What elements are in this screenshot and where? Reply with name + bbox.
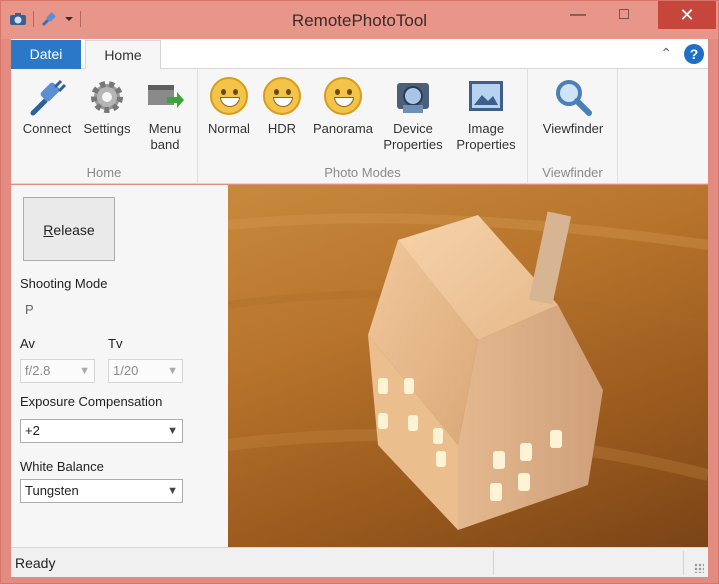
menu-band-label: Menu band — [148, 121, 182, 152]
shooting-mode-value: P — [25, 302, 34, 317]
ribbon-group-home: Connect Settings Menu band Home — [11, 69, 198, 184]
menu-band-icon — [145, 77, 185, 117]
chevron-down-icon: ▼ — [167, 485, 178, 497]
status-text: Ready — [15, 555, 56, 571]
smiley-icon — [210, 77, 248, 115]
close-button[interactable]: ✕ — [658, 1, 716, 29]
av-label: Av — [20, 336, 35, 351]
settings-button[interactable]: Settings — [77, 77, 137, 137]
gear-icon — [87, 77, 127, 117]
resize-grip[interactable] — [694, 563, 704, 573]
ribbon-tab-row: Datei Home ⌃ ? — [11, 39, 708, 70]
panorama-label: Panorama — [313, 121, 373, 136]
ribbon-body: Connect Settings Menu band Home Normal H… — [11, 69, 708, 184]
app-window: RemotePhotoTool — □ ✕ Datei Home ⌃ ? Con… — [0, 0, 719, 584]
av-select[interactable]: f/2.8 ▼ — [20, 359, 95, 383]
group-label-viewfinder: Viewfinder — [542, 165, 603, 180]
normal-mode-button[interactable]: Normal — [202, 77, 256, 137]
viewfinder-button[interactable]: Viewfinder — [534, 77, 612, 137]
white-balance-value: Tungsten — [25, 483, 79, 498]
status-separator — [493, 551, 494, 575]
live-view-photo — [228, 211, 708, 530]
viewfinder-label: Viewfinder — [542, 121, 604, 136]
device-properties-button[interactable]: Device Properties — [378, 77, 448, 153]
status-separator — [683, 551, 684, 575]
tv-select[interactable]: 1/20 ▼ — [108, 359, 183, 383]
hdr-mode-button[interactable]: HDR — [258, 77, 306, 137]
connect-button[interactable]: Connect — [17, 77, 77, 137]
image-properties-label: Image Properties — [456, 121, 516, 152]
status-bar: Ready — [11, 547, 708, 577]
exposure-compensation-select[interactable]: +2 ▼ — [20, 419, 183, 443]
tv-label: Tv — [108, 336, 123, 351]
white-balance-label: White Balance — [20, 459, 104, 474]
plug-icon — [27, 77, 67, 117]
exposure-compensation-label: Exposure Compensation — [20, 394, 163, 409]
device-properties-icon — [393, 77, 433, 117]
normal-label: Normal — [208, 121, 250, 136]
tab-home[interactable]: Home — [85, 40, 161, 70]
ribbon-group-photo-modes: Normal HDR Panorama Device Properties Im… — [198, 69, 528, 184]
smiley-icon — [263, 77, 301, 115]
collapse-ribbon-icon[interactable]: ⌃ — [660, 45, 672, 62]
tab-datei[interactable]: Datei — [11, 40, 81, 69]
group-label-photo-modes: Photo Modes — [324, 165, 401, 180]
chevron-down-icon: ▼ — [79, 365, 90, 377]
release-button[interactable]: Release — [23, 197, 115, 261]
minimize-button[interactable]: — — [556, 1, 600, 29]
av-select-value: f/2.8 — [25, 363, 51, 378]
camera-control-panel: Release Shooting Mode P Av Tv f/2.8 ▼ 1/… — [11, 185, 228, 547]
smiley-icon — [324, 77, 362, 115]
maximize-button[interactable]: □ — [602, 1, 646, 29]
connect-label: Connect — [22, 121, 72, 136]
release-label: Release — [43, 222, 95, 238]
image-properties-button[interactable]: Image Properties — [450, 77, 522, 153]
settings-label: Settings — [83, 121, 131, 136]
panorama-mode-button[interactable]: Panorama — [308, 77, 378, 137]
group-label-home: Home — [86, 165, 122, 180]
help-icon[interactable]: ? — [684, 44, 704, 64]
white-balance-select[interactable]: Tungsten ▼ — [20, 479, 183, 503]
live-view-image — [228, 185, 708, 547]
tv-select-value: 1/20 — [113, 363, 139, 378]
magnifier-icon — [553, 77, 593, 117]
image-properties-icon — [466, 77, 506, 117]
ribbon-group-viewfinder: Viewfinder Viewfinder — [528, 69, 618, 184]
hdr-label: HDR — [267, 121, 297, 136]
chevron-down-icon: ▼ — [167, 365, 178, 377]
exposure-compensation-value: +2 — [25, 423, 40, 438]
title-bar: RemotePhotoTool — □ ✕ — [1, 1, 718, 39]
shooting-mode-label: Shooting Mode — [20, 276, 108, 291]
device-properties-label: Device Properties — [383, 121, 443, 152]
menu-band-button[interactable]: Menu band — [137, 77, 193, 153]
chevron-down-icon: ▼ — [167, 425, 178, 437]
